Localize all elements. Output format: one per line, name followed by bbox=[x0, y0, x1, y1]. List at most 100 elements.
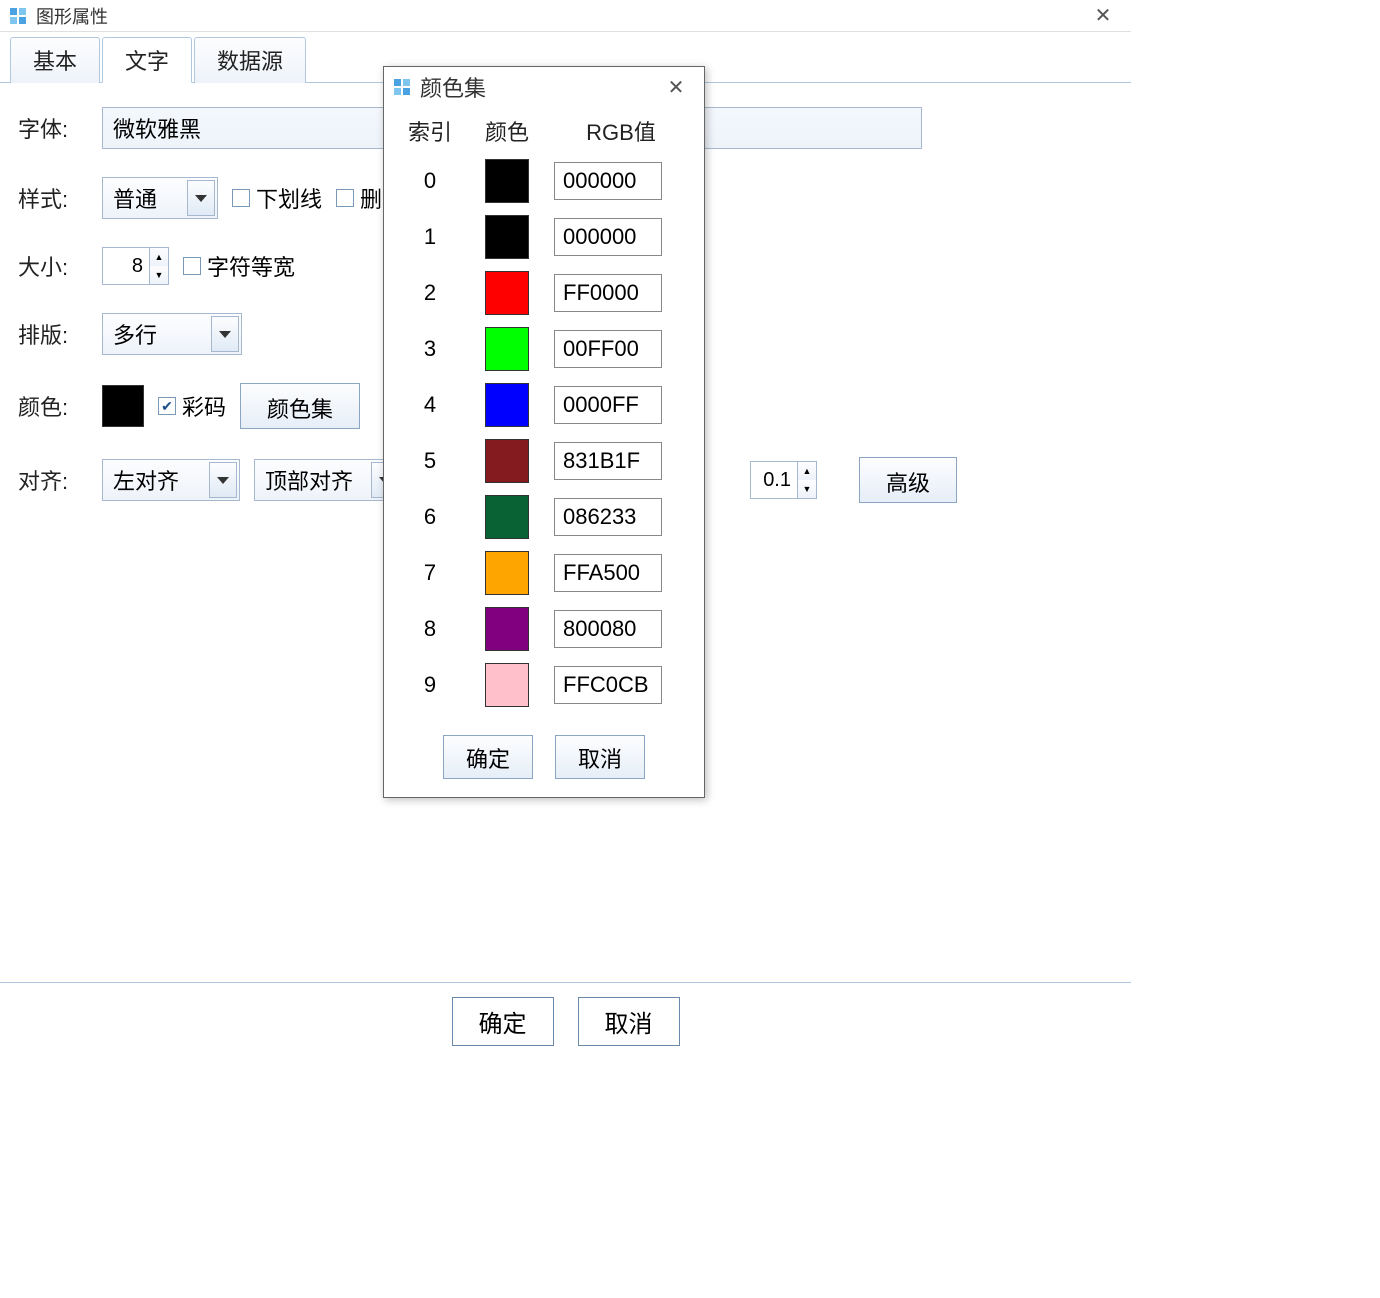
color-swatch[interactable] bbox=[485, 271, 529, 315]
rgb-input[interactable] bbox=[554, 554, 662, 592]
main-titlebar: 图形属性 ✕ bbox=[0, 0, 1131, 32]
color-swatch[interactable] bbox=[485, 551, 529, 595]
chevron-down-icon bbox=[211, 316, 239, 352]
color-row: 3 bbox=[400, 327, 688, 371]
halign-value: 左对齐 bbox=[113, 464, 179, 496]
spin-down-icon[interactable]: ▼ bbox=[150, 266, 168, 284]
size-spinner[interactable]: ▲ ▼ bbox=[102, 247, 169, 285]
color-index: 3 bbox=[400, 336, 460, 362]
rgb-input[interactable] bbox=[554, 610, 662, 648]
tab-text[interactable]: 文字 bbox=[102, 37, 192, 83]
color-swatch[interactable] bbox=[485, 159, 529, 203]
rgb-input[interactable] bbox=[554, 162, 662, 200]
rgb-input[interactable] bbox=[554, 330, 662, 368]
colorset-button[interactable]: 颜色集 bbox=[240, 383, 360, 429]
footer: 确定 取消 bbox=[0, 982, 1131, 1060]
color-row: 2 bbox=[400, 271, 688, 315]
rgb-input[interactable] bbox=[554, 218, 662, 256]
style-value: 普通 bbox=[113, 182, 157, 214]
ok-button[interactable]: 确定 bbox=[452, 997, 554, 1046]
checkbox-box bbox=[336, 189, 354, 207]
color-swatch[interactable] bbox=[485, 439, 529, 483]
color-row: 7 bbox=[400, 551, 688, 595]
spin-up-icon[interactable]: ▲ bbox=[150, 248, 168, 266]
spinner-arrows: ▲ ▼ bbox=[150, 247, 169, 285]
color-row: 6 bbox=[400, 495, 688, 539]
color-swatch[interactable] bbox=[485, 327, 529, 371]
valign-value: 顶部对齐 bbox=[265, 464, 353, 496]
color-row: 1 bbox=[400, 215, 688, 259]
typeset-value: 多行 bbox=[113, 318, 157, 350]
advanced-button[interactable]: 高级 bbox=[859, 457, 957, 503]
color-row: 5 bbox=[400, 439, 688, 483]
current-color-swatch[interactable] bbox=[102, 385, 144, 427]
color-index: 4 bbox=[400, 392, 460, 418]
monospace-checkbox[interactable]: 字符等宽 bbox=[183, 250, 295, 282]
cancel-button[interactable]: 取消 bbox=[578, 997, 680, 1046]
size-label: 大小: bbox=[18, 250, 88, 282]
checkbox-box bbox=[232, 189, 250, 207]
strike-checkbox[interactable]: 删 bbox=[336, 182, 382, 214]
colorcode-checkbox[interactable]: 彩码 bbox=[158, 390, 226, 422]
close-icon[interactable]: ✕ bbox=[656, 73, 696, 101]
color-swatch[interactable] bbox=[485, 383, 529, 427]
halign-select[interactable]: 左对齐 bbox=[102, 459, 240, 501]
rgb-input[interactable] bbox=[554, 442, 662, 480]
typeset-select[interactable]: 多行 bbox=[102, 313, 242, 355]
tab-basic[interactable]: 基本 bbox=[10, 37, 100, 83]
modal-buttons: 确定 取消 bbox=[384, 735, 704, 779]
style-label: 样式: bbox=[18, 182, 88, 214]
color-swatch[interactable] bbox=[485, 495, 529, 539]
checkbox-box bbox=[158, 397, 176, 415]
monospace-label: 字符等宽 bbox=[207, 250, 295, 282]
font-label: 字体: bbox=[18, 112, 88, 144]
color-index: 6 bbox=[400, 504, 460, 530]
color-swatch[interactable] bbox=[485, 215, 529, 259]
spin-down-icon[interactable]: ▼ bbox=[798, 480, 816, 498]
rgb-input[interactable] bbox=[554, 666, 662, 704]
rgb-input[interactable] bbox=[554, 274, 662, 312]
window-title: 图形属性 bbox=[36, 3, 108, 29]
color-index: 5 bbox=[400, 448, 460, 474]
valign-select[interactable]: 顶部对齐 bbox=[254, 459, 402, 501]
color-table: 索引 颜色 RGB值 0 1 2 3 4 5 6 7 8 9 bbox=[384, 107, 704, 723]
hdr-rgb: RGB值 bbox=[554, 115, 688, 147]
close-icon[interactable]: ✕ bbox=[1083, 2, 1123, 30]
tab-datasource[interactable]: 数据源 bbox=[194, 37, 306, 83]
spin-up-icon[interactable]: ▲ bbox=[798, 462, 816, 480]
chevron-down-icon bbox=[187, 180, 215, 216]
color-row: 4 bbox=[400, 383, 688, 427]
color-row: 8 bbox=[400, 607, 688, 651]
colorcode-label: 彩码 bbox=[182, 390, 226, 422]
modal-cancel-button[interactable]: 取消 bbox=[555, 735, 645, 779]
color-index: 2 bbox=[400, 280, 460, 306]
app-icon bbox=[8, 6, 28, 26]
spinner-arrows: ▲ ▼ bbox=[798, 461, 817, 499]
hdr-color: 颜色 bbox=[472, 115, 542, 147]
color-label: 颜色: bbox=[18, 390, 88, 422]
color-index: 1 bbox=[400, 224, 460, 250]
hdr-index: 索引 bbox=[400, 115, 460, 147]
rgb-input[interactable] bbox=[554, 386, 662, 424]
rgb-input[interactable] bbox=[554, 498, 662, 536]
typeset-label: 排版: bbox=[18, 318, 88, 350]
modal-ok-button[interactable]: 确定 bbox=[443, 735, 533, 779]
underline-checkbox[interactable]: 下划线 bbox=[232, 182, 322, 214]
color-swatch[interactable] bbox=[485, 607, 529, 651]
number-input[interactable] bbox=[750, 461, 798, 499]
color-index: 8 bbox=[400, 616, 460, 642]
size-input[interactable] bbox=[102, 247, 150, 285]
color-index: 9 bbox=[400, 672, 460, 698]
align-label: 对齐: bbox=[18, 464, 88, 496]
modal-titlebar: 颜色集 ✕ bbox=[384, 67, 704, 107]
colorset-dialog: 颜色集 ✕ 索引 颜色 RGB值 0 1 2 3 4 5 6 7 8 9 确定 取消 bbox=[383, 66, 705, 798]
style-select[interactable]: 普通 bbox=[102, 177, 218, 219]
number-spinner[interactable]: ▲ ▼ bbox=[750, 461, 817, 499]
underline-label: 下划线 bbox=[256, 182, 322, 214]
color-row: 0 bbox=[400, 159, 688, 203]
color-index: 7 bbox=[400, 560, 460, 586]
color-index: 0 bbox=[400, 168, 460, 194]
color-swatch[interactable] bbox=[485, 663, 529, 707]
color-row: 9 bbox=[400, 663, 688, 707]
modal-title: 颜色集 bbox=[420, 71, 486, 103]
